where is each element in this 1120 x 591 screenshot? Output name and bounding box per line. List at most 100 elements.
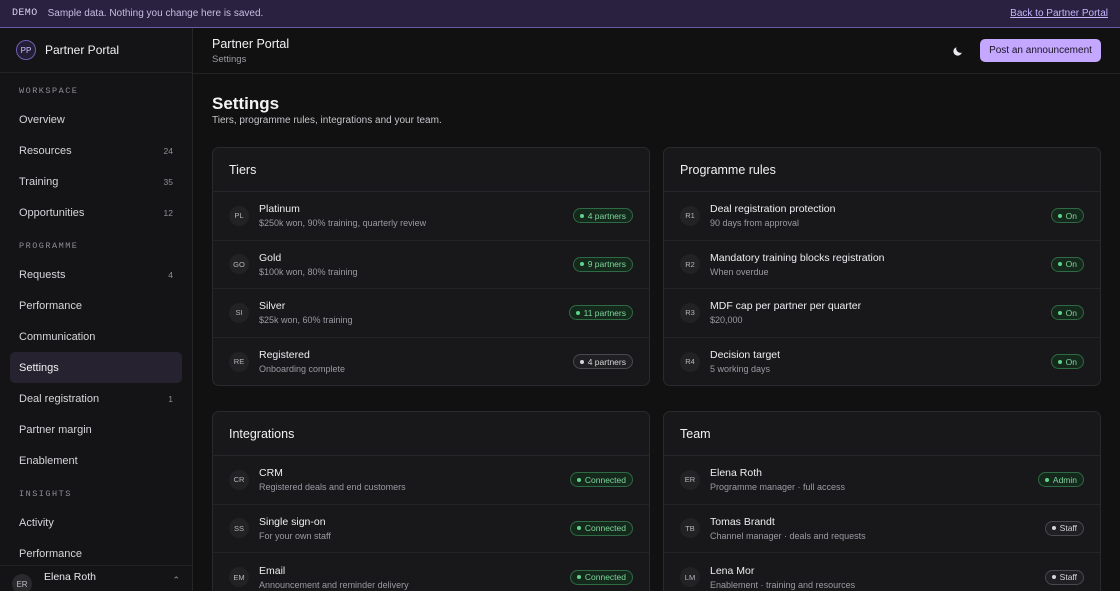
sidebar-item-opportunities[interactable]: Opportunities 12 xyxy=(10,197,182,228)
row-avatar: R3 xyxy=(680,302,700,323)
status-badge-label: 4 partners xyxy=(587,356,626,367)
sidebar-item-count: 4 xyxy=(168,269,173,280)
status-badge-label: Connected xyxy=(584,474,626,485)
status-badge-label: On xyxy=(1065,210,1077,221)
row-name: Deal registration protection xyxy=(710,203,836,216)
row-name: Email xyxy=(259,564,286,577)
sidebar-item-count: 35 xyxy=(163,176,173,187)
row-description: Announcement and reminder delivery xyxy=(259,579,409,590)
row-description: Registered deals and end customers xyxy=(259,482,406,493)
sidebar-item-label: Deal registration xyxy=(19,392,100,405)
row-avatar: TB xyxy=(680,518,700,539)
status-dot-icon xyxy=(576,477,581,482)
status-dot-icon xyxy=(1051,575,1056,580)
list-item[interactable]: SI Silver $25k won, 60% training 11 partner… xyxy=(213,289,649,338)
status-badge-label: Admin xyxy=(1052,474,1077,485)
row-name: Single sign-on xyxy=(259,515,326,528)
chevron-updown-icon[interactable]: ⌃ xyxy=(172,575,180,586)
nav-section-label: WORKSPACE xyxy=(19,86,79,96)
sidebar-item-settings[interactable]: Settings xyxy=(10,352,182,383)
post-announcement-button[interactable]: Post an announcement xyxy=(980,39,1101,62)
row-description: $250k won, 90% training, quarterly revie… xyxy=(259,218,427,229)
breadcrumb: Settings xyxy=(212,54,247,65)
sidebar-item-count: 12 xyxy=(163,207,173,218)
status-badge-label: 11 partners xyxy=(583,307,626,318)
row-description: Programme manager · full access xyxy=(710,482,846,493)
sidebar-item-performance[interactable]: Performance xyxy=(10,290,182,321)
status-dot-icon xyxy=(1057,310,1062,315)
row-description: When overdue xyxy=(710,266,769,277)
nav-section-label: PROGRAMME xyxy=(19,241,79,251)
sidebar-item-communication[interactable]: Communication xyxy=(10,321,182,352)
status-badge-label: On xyxy=(1065,356,1077,367)
status-badge-label: Connected xyxy=(584,523,626,534)
list-item[interactable]: R3 MDF cap per partner per quarter $20,000… xyxy=(664,289,1100,338)
list-item[interactable]: SS Single sign-on For your own staff Connec… xyxy=(213,505,649,553)
row-text: Tomas Brandt Channel manager · deals and … xyxy=(710,516,1045,541)
row-description: Channel manager · deals and requests xyxy=(710,530,866,541)
list-item[interactable]: R1 Deal registration protection 90 days fr… xyxy=(664,192,1100,241)
sidebar-item-enablement[interactable]: Enablement xyxy=(10,445,182,476)
sidebar-item-partner-margin[interactable]: Partner margin xyxy=(10,414,182,445)
brand-avatar: PP xyxy=(16,40,36,60)
back-to-portal-link[interactable]: Back to Partner Portal xyxy=(1010,8,1108,19)
sidebar-item-label: Overview xyxy=(19,113,65,126)
sidebar-item-training[interactable]: Training 35 xyxy=(10,166,182,197)
row-name: Registered xyxy=(259,349,310,362)
moon-icon[interactable] xyxy=(953,44,965,56)
status-badge: On xyxy=(1050,354,1084,370)
user-name: Elena Roth xyxy=(44,571,96,583)
card-programme-rules: Programme rules R1 Deal registration prot… xyxy=(663,147,1101,386)
row-text: Single sign-on For your own staff xyxy=(259,516,570,541)
sidebar-item-label: Settings xyxy=(19,361,59,374)
status-badge-label: Connected xyxy=(584,572,626,583)
sidebar-item-count: 1 xyxy=(168,393,173,404)
sidebar-item-requests[interactable]: Requests 4 xyxy=(10,259,182,290)
status-badge: On xyxy=(1050,256,1084,272)
user-menu[interactable]: ER Elena Roth ⌃ xyxy=(0,565,192,591)
status-badge: Staff xyxy=(1044,569,1084,585)
row-text: Gold $100k won, 80% training xyxy=(259,252,573,277)
status-badge: Connected xyxy=(569,569,633,585)
list-item[interactable]: TB Tomas Brandt Channel manager · deals an… xyxy=(664,505,1100,553)
row-name: Elena Roth xyxy=(710,467,762,480)
sidebar-item-label: Resources xyxy=(19,144,72,157)
row-avatar: EM xyxy=(229,567,249,588)
row-description: 90 days from approval xyxy=(710,218,800,229)
sidebar-item-activity[interactable]: Activity xyxy=(10,507,182,538)
status-badge: Staff xyxy=(1044,520,1084,536)
list-item[interactable]: RE Registered Onboarding complete 4 partner… xyxy=(213,338,649,386)
sidebar-item-deal-registration[interactable]: Deal registration 1 xyxy=(10,383,182,414)
brand[interactable]: PP Partner Portal xyxy=(0,28,192,73)
status-dot-icon xyxy=(1057,213,1062,218)
sidebar-item-resources[interactable]: Resources 24 xyxy=(10,135,182,166)
row-name: Platinum xyxy=(259,203,300,216)
list-item[interactable]: CR CRM Registered deals and end customers C… xyxy=(213,456,649,505)
status-badge: Admin xyxy=(1037,472,1084,488)
demo-notice: Sample data. Nothing you change here is … xyxy=(47,8,264,19)
sidebar-item-label: Partner margin xyxy=(19,423,92,436)
row-name: Mandatory training blocks registration xyxy=(710,251,885,264)
status-dot-icon xyxy=(1057,359,1062,364)
status-badge-label: Staff xyxy=(1059,523,1077,534)
list-item[interactable]: ER Elena Roth Programme manager · full acc… xyxy=(664,456,1100,505)
status-badge-label: Staff xyxy=(1059,572,1077,583)
status-dot-icon xyxy=(1057,262,1062,267)
list-item[interactable]: R2 Mandatory training blocks registration… xyxy=(664,241,1100,289)
row-avatar: R1 xyxy=(680,205,700,226)
list-item[interactable]: EM Email Announcement and reminder deliver… xyxy=(213,553,649,591)
list-item[interactable]: PL Platinum $250k won, 90% training, quart… xyxy=(213,192,649,241)
sidebar-item-overview[interactable]: Overview xyxy=(10,104,182,135)
row-avatar: R4 xyxy=(680,351,700,372)
list-item[interactable]: LM Lena Mor Enablement · training and reso… xyxy=(664,553,1100,591)
status-badge: 4 partners xyxy=(572,208,633,224)
list-item[interactable]: R4 Decision target 5 working days On xyxy=(664,338,1100,386)
card-title: Team xyxy=(664,412,1100,456)
row-name: Lena Mor xyxy=(710,564,755,577)
list-item[interactable]: GO Gold $100k won, 80% training 9 partners xyxy=(213,241,649,289)
card-team: Team ER Elena Roth Programme manager · ful… xyxy=(663,411,1101,591)
row-text: Silver $25k won, 60% training xyxy=(259,300,569,325)
card-integrations: Integrations CR CRM Registered deals and e… xyxy=(212,411,650,591)
row-avatar: GO xyxy=(229,254,249,275)
row-description: $25k won, 60% training xyxy=(259,315,353,326)
